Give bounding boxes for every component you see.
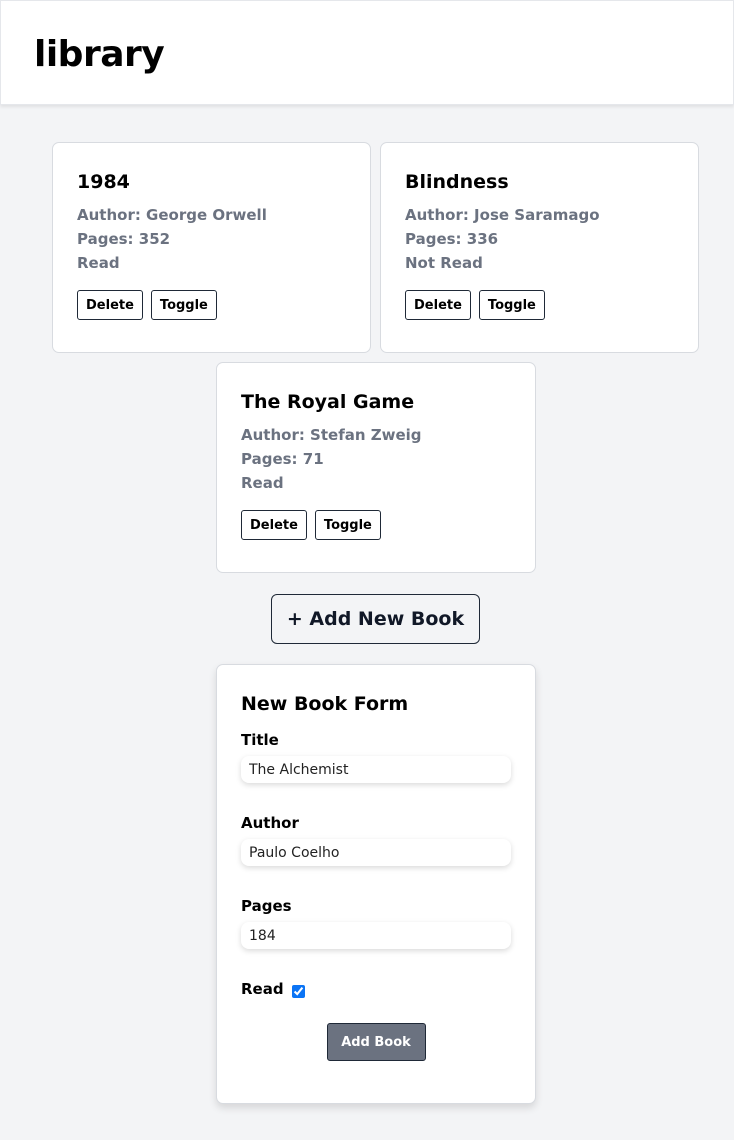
author-label: Author — [241, 814, 299, 832]
book-read-status: Read — [77, 254, 120, 272]
delete-button[interactable]: Delete — [77, 290, 143, 320]
toggle-button[interactable]: Toggle — [150, 290, 217, 320]
book-read-status: Read — [241, 474, 284, 492]
read-checkbox[interactable] — [291, 984, 305, 998]
read-label: Read — [241, 980, 284, 998]
book-title: The Royal Game — [241, 391, 415, 413]
title-label: Title — [241, 731, 279, 749]
new-book-form: New Book Form Title Author Pages Read Ad… — [216, 664, 536, 1104]
toggle-button[interactable]: Toggle — [478, 290, 545, 320]
pages-label: Pages — [241, 897, 292, 915]
book-title: Blindness — [405, 171, 509, 193]
book-title: 1984 — [77, 171, 130, 193]
book-card: The Royal Game Author: Stefan Zweig Page… — [216, 362, 536, 573]
toggle-button[interactable]: Toggle — [314, 510, 381, 540]
pages-input[interactable] — [241, 922, 511, 949]
form-heading: New Book Form — [241, 693, 409, 715]
app-header: library — [0, 0, 734, 105]
book-card: 1984 Author: George Orwell Pages: 352 Re… — [52, 142, 371, 353]
book-pages: Pages: 71 — [241, 450, 324, 468]
book-author: Author: Stefan Zweig — [241, 426, 422, 444]
read-row: Read — [241, 979, 511, 999]
delete-button[interactable]: Delete — [241, 510, 307, 540]
book-author: Author: Jose Saramago — [405, 206, 600, 224]
title-input[interactable] — [241, 756, 511, 783]
book-author: Author: George Orwell — [77, 206, 267, 224]
delete-button[interactable]: Delete — [405, 290, 471, 320]
add-new-book-button[interactable]: + Add New Book — [271, 594, 480, 644]
book-pages: Pages: 336 — [405, 230, 499, 248]
author-input[interactable] — [241, 839, 511, 866]
book-card: Blindness Author: Jose Saramago Pages: 3… — [380, 142, 699, 353]
book-read-status: Not Read — [405, 254, 483, 272]
app-title: library — [34, 34, 165, 75]
add-book-submit-button[interactable]: Add Book — [326, 1023, 426, 1061]
book-pages: Pages: 352 — [77, 230, 171, 248]
